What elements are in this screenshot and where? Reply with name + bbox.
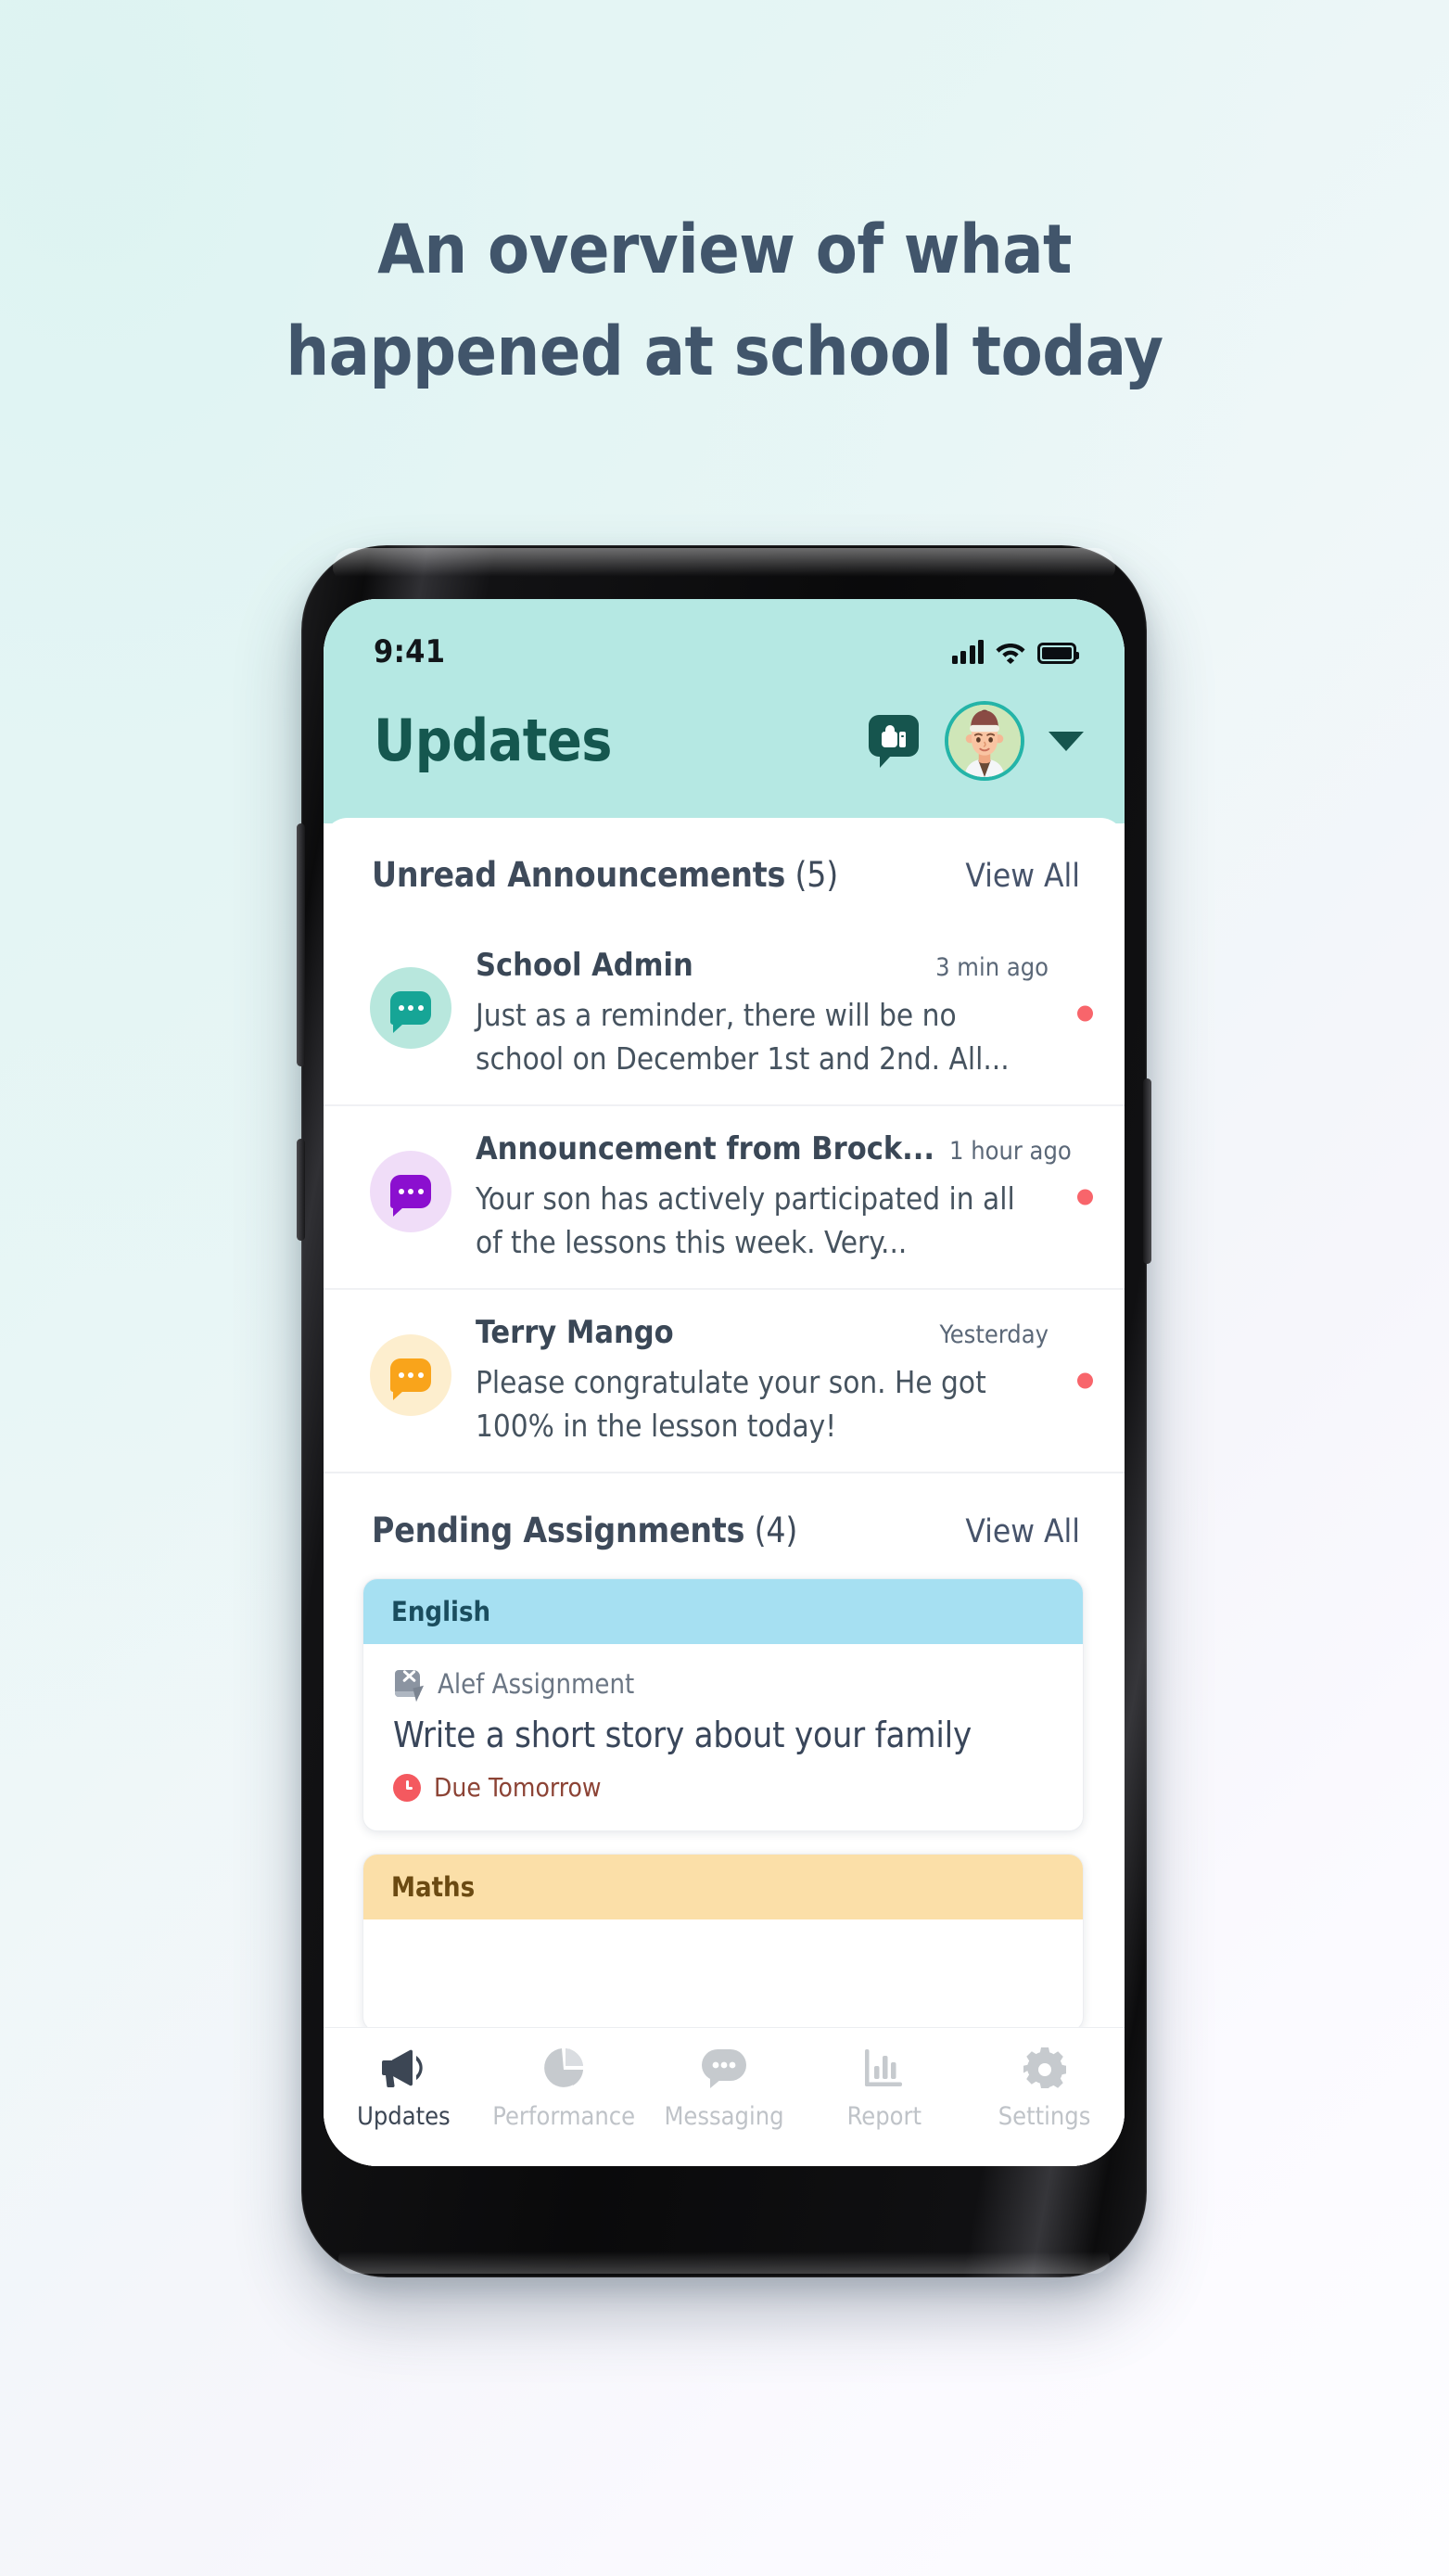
announcement-avatar	[370, 1151, 451, 1232]
chat-bubble-icon	[390, 1358, 431, 1400]
assistant-button[interactable]	[297, 1139, 305, 1241]
tab-updates[interactable]: Updates	[324, 2045, 484, 2131]
tab-label: Updates	[357, 2102, 451, 2131]
content-sheet: Unread Announcements (5) View All School…	[324, 818, 1125, 2027]
assignments-count: (4)	[744, 1511, 798, 1550]
phone-screen: 9:41 Updates Unread Announcements (5) Vi…	[324, 599, 1125, 2166]
tab-label: Report	[846, 2102, 922, 2131]
tab-label: Settings	[998, 2102, 1091, 2131]
assignment-kind-row: Alef Assignment	[393, 1668, 1053, 1702]
chat-bubble-icon	[390, 991, 431, 1033]
announcements-title-text: Unread Announcements	[372, 855, 786, 895]
announcements-section-header: Unread Announcements (5) View All	[324, 818, 1125, 923]
announcement-preview: Your son has actively participated in al…	[476, 1180, 1015, 1260]
chat-dots-icon	[701, 2045, 747, 2091]
tab-label: Performance	[492, 2102, 636, 2131]
assignments-title-text: Pending Assignments	[372, 1511, 745, 1550]
chevron-down-icon[interactable]	[1049, 731, 1084, 751]
signal-bars-icon	[951, 640, 984, 664]
announcement-avatar	[370, 1334, 451, 1416]
announcements-list: School Admin 3 min ago Just as a reminde…	[324, 923, 1125, 1473]
app-title: Updates	[374, 707, 613, 774]
tab-report[interactable]: Report	[804, 2045, 964, 2131]
list-item[interactable]: School Admin 3 min ago Just as a reminde…	[324, 923, 1125, 1106]
status-icon-group	[951, 640, 1079, 664]
volume-button[interactable]	[297, 823, 305, 1066]
phone-mockup: 9:41 Updates Unread Announcements (5) Vi…	[297, 545, 1151, 2277]
assignment-subject: Maths	[363, 1855, 1083, 1919]
battery-full-icon	[1037, 643, 1079, 664]
assignment-due-row: Due Tomorrow	[393, 1772, 1053, 1803]
bar-chart-icon	[863, 2045, 906, 2091]
list-item[interactable]: Terry Mango Yesterday Please congratulat…	[324, 1290, 1125, 1472]
announcement-sender: Announcement from Brock...	[476, 1130, 935, 1167]
tab-label: Messaging	[664, 2102, 784, 2131]
app-header-area: 9:41 Updates	[324, 599, 1125, 823]
announcement-sender: School Admin	[476, 947, 693, 984]
clock-icon	[393, 1773, 421, 1802]
assignment-card-maths[interactable]: Maths	[362, 1854, 1084, 2027]
chat-bubble-icon	[390, 1175, 431, 1217]
unread-indicator	[1077, 1372, 1093, 1389]
assignment-subject: English	[363, 1579, 1083, 1644]
announcement-timestamp: Yesterday	[939, 1320, 1049, 1349]
list-item[interactable]: Announcement from Brock... 1 hour ago Yo…	[324, 1106, 1125, 1290]
announcement-body: Terry Mango Yesterday Please congratulat…	[476, 1314, 1080, 1447]
assignment-details: Alef Assignment Write a short story abou…	[363, 1644, 1083, 1830]
megaphone-icon	[381, 2045, 426, 2091]
tab-settings[interactable]: Settings	[964, 2045, 1125, 2131]
unread-indicator	[1077, 1005, 1093, 1022]
page-title: An overview of what happened at school t…	[0, 199, 1449, 403]
assignments-title: Pending Assignments (4)	[372, 1511, 797, 1550]
announcements-count: (5)	[785, 855, 839, 895]
announcement-avatar	[370, 967, 451, 1049]
tab-messaging[interactable]: Messaging	[644, 2045, 805, 2131]
announcements-view-all-link[interactable]: View All	[965, 858, 1080, 895]
tab-performance[interactable]: Performance	[484, 2045, 644, 2131]
announcement-preview: Just as a reminder, there will be no sch…	[476, 997, 1010, 1077]
assignment-title: Write a short story about your family	[393, 1715, 972, 1755]
assignments-view-all-link[interactable]: View All	[965, 1513, 1080, 1550]
page-title-line-1: An overview of what	[377, 210, 1072, 289]
header-actions	[869, 701, 1084, 781]
speech-bubble-thumbs-up-icon[interactable]	[869, 715, 921, 768]
status-bar: 9:41	[324, 631, 1125, 673]
announcement-preview: Please congratulate your son. He got 100…	[476, 1364, 986, 1444]
status-time: 9:41	[374, 633, 446, 670]
announcement-body: School Admin 3 min ago Just as a reminde…	[476, 947, 1080, 1080]
announcement-timestamp: 3 min ago	[935, 953, 1049, 982]
assignments-section-header: Pending Assignments (4) View All	[324, 1473, 1125, 1578]
bottom-navigation: Updates Performance Messaging Report Set…	[324, 2027, 1125, 2166]
assignment-kind-label: Alef Assignment	[438, 1668, 635, 1700]
pie-chart-icon	[542, 2045, 585, 2091]
app-header: Updates	[324, 673, 1125, 823]
gear-icon	[1023, 2045, 1066, 2091]
assignments-list: English Alef Assignment Write a short st…	[324, 1578, 1125, 2027]
unread-indicator	[1077, 1189, 1093, 1205]
assignment-details	[363, 1919, 1083, 2027]
page-title-line-2: happened at school today	[286, 312, 1163, 391]
announcement-body: Announcement from Brock... 1 hour ago Yo…	[476, 1130, 1080, 1264]
announcement-sender: Terry Mango	[476, 1314, 674, 1351]
wifi-icon	[996, 644, 1025, 664]
app-root: 9:41 Updates Unread Announcements (5) Vi…	[324, 599, 1125, 2166]
announcement-timestamp: 1 hour ago	[949, 1137, 1072, 1166]
avatar[interactable]	[945, 701, 1024, 781]
assignment-card-english[interactable]: English Alef Assignment Write a short st…	[362, 1578, 1084, 1831]
assignment-book-icon	[393, 1668, 427, 1702]
power-button[interactable]	[1143, 1078, 1151, 1264]
assignment-due-label: Due Tomorrow	[434, 1772, 602, 1803]
announcements-title: Unread Announcements (5)	[372, 855, 838, 895]
